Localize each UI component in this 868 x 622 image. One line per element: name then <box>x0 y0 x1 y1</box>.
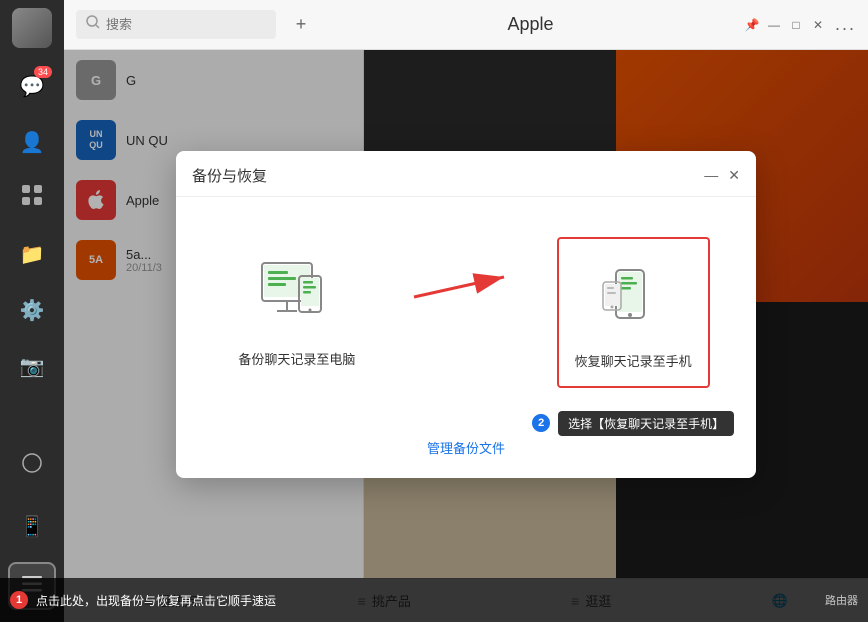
chat-badge: 34 <box>34 66 52 78</box>
avatar[interactable] <box>12 8 52 48</box>
bottom-annotation-bar: 1 点击此处，出现备份与恢复再点击它顺手速运 路由器 <box>0 578 868 622</box>
sidebar-item-chat[interactable]: 💬 34 <box>8 62 56 110</box>
arrow-container <box>404 237 524 307</box>
manage-backup-link[interactable]: 管理备份文件 <box>427 441 505 456</box>
modal-minimize[interactable]: — <box>704 167 718 183</box>
step1-badge: 1 <box>10 591 28 609</box>
sidebar-item-camera[interactable]: 📷 <box>8 342 56 390</box>
sidebar-item-settings[interactable]: ⚙️ <box>8 286 56 334</box>
content-body: G G UNQU UN QU Apple <box>64 50 868 578</box>
sidebar: 💬 34 👤 📁 ⚙️ 📷 � <box>0 0 64 622</box>
sidebar-item-phone[interactable]: 📱 <box>8 502 56 550</box>
watermark-text: 路由器 <box>825 592 858 608</box>
circle-icon <box>21 452 43 480</box>
modal-overlay: 备份与恢复 — ✕ <box>64 50 868 578</box>
backup-to-pc-option[interactable]: 备份聊天记录至电脑 <box>222 237 371 384</box>
topbar: + Apple 📌 — □ ✕ ... <box>64 0 868 50</box>
step2-badge: 2 <box>532 414 550 432</box>
restore-phone-label: 恢复聊天记录至手机 <box>575 351 692 370</box>
window-controls: 📌 — □ ✕ <box>745 18 825 32</box>
modal-header: 备份与恢复 — ✕ <box>176 151 756 197</box>
sidebar-item-miniapps[interactable] <box>8 174 56 222</box>
maximize-icon[interactable]: □ <box>789 18 803 32</box>
camera-icon: 📷 <box>20 354 45 379</box>
miniapps-icon <box>21 184 43 212</box>
backup-pc-label: 备份聊天记录至电脑 <box>238 349 355 368</box>
sidebar-item-files[interactable]: 📁 <box>8 230 56 278</box>
sidebar-item-more1[interactable] <box>8 442 56 490</box>
modal-body: 备份聊天记录至电脑 <box>176 197 756 408</box>
direction-arrow <box>404 267 524 307</box>
step2-tooltip: 2 选择【恢复聊天记录至手机】 <box>532 411 734 436</box>
backup-modal: 备份与恢复 — ✕ <box>176 151 756 478</box>
modal-title: 备份与恢复 <box>192 165 267 186</box>
search-input[interactable] <box>106 17 266 32</box>
close-icon[interactable]: ✕ <box>811 18 825 32</box>
modal-controls: — ✕ <box>704 167 740 184</box>
search-icon <box>86 15 100 34</box>
minimize-icon[interactable]: — <box>767 18 781 32</box>
search-bar[interactable] <box>76 10 276 39</box>
restore-to-phone-option[interactable]: 恢复聊天记录至手机 2 选择【恢复聊天记录至手机】 <box>557 237 710 388</box>
phone-restore-icon <box>593 255 673 335</box>
sidebar-item-contacts[interactable]: 👤 <box>8 118 56 166</box>
annotation-text: 点击此处，出现备份与恢复再点击它顺手速运 <box>36 592 276 609</box>
main-area: + Apple 📌 — □ ✕ ... G G UNQU UN QU <box>64 0 868 622</box>
settings-icon: ⚙️ <box>20 298 45 323</box>
pin-icon[interactable]: 📌 <box>745 18 759 32</box>
pc-icon <box>257 253 337 333</box>
app-title: Apple <box>326 14 735 35</box>
contacts-icon: 👤 <box>20 130 45 155</box>
add-button[interactable]: + <box>286 10 316 40</box>
phone-icon: 📱 <box>20 514 45 539</box>
modal-close[interactable]: ✕ <box>728 167 740 184</box>
more-button[interactable]: ... <box>835 14 856 35</box>
files-icon: 📁 <box>20 242 45 267</box>
step2-tooltip-text: 选择【恢复聊天记录至手机】 <box>558 411 734 436</box>
